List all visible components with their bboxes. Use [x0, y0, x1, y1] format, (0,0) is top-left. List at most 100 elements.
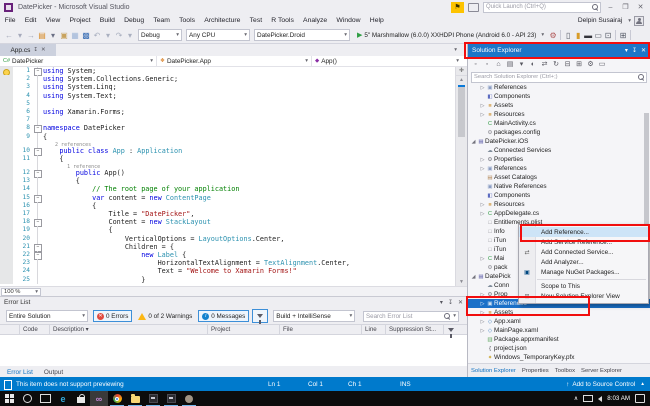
gimp-icon[interactable]: [180, 391, 198, 406]
breakpoint-margin[interactable]: [0, 169, 13, 177]
expander-icon[interactable]: ▷: [479, 166, 486, 172]
breakpoint-margin[interactable]: [0, 83, 13, 91]
tree-item-components[interactable]: ◧Components: [468, 92, 650, 101]
tree-item-appdelegate-cs[interactable]: ▷CAppDelegate.cs: [468, 209, 650, 218]
fold-margin[interactable]: [33, 210, 43, 218]
platform-combo[interactable]: Any CPU▾: [186, 29, 250, 41]
tree-item-app-xaml[interactable]: ▷◇App.xaml: [468, 317, 650, 326]
start-button[interactable]: [0, 391, 18, 406]
breadcrumb-project-dropdown[interactable]: C# DatePicker ▾: [0, 56, 157, 66]
menu-item-add-reference-[interactable]: Add Reference...: [519, 227, 648, 237]
new-file-caret[interactable]: ▾: [48, 30, 58, 41]
messages-filter-button[interactable]: i 0 Messages: [198, 310, 249, 322]
tree-item-references[interactable]: ▷▣References: [468, 83, 650, 92]
tree-item-packages-config[interactable]: ⚙packages.config: [468, 128, 650, 137]
breakpoint-margin[interactable]: [0, 185, 13, 193]
se-refresh-icon[interactable]: ↻: [552, 59, 561, 69]
redo-icon[interactable]: ↷: [114, 30, 124, 41]
tree-item-connected-services[interactable]: ☁Connected Services: [468, 146, 650, 155]
configuration-combo[interactable]: Debug▾: [138, 29, 182, 41]
filter-button[interactable]: [252, 309, 268, 323]
fold-margin[interactable]: [33, 155, 43, 163]
code-line[interactable]: 7: [0, 116, 467, 124]
code-line[interactable]: 21− Children = {: [0, 243, 467, 251]
close-tab-icon[interactable]: ✕: [41, 47, 46, 53]
se-pending-changes-icon[interactable]: ◐: [529, 59, 538, 69]
expander-icon[interactable]: ▷: [479, 85, 486, 91]
code-line[interactable]: 11 {: [0, 155, 467, 163]
editor-vertical-scrollbar[interactable]: ✚ ▲ ▼: [455, 67, 467, 286]
menu-help[interactable]: Help: [365, 17, 388, 24]
menu-view[interactable]: View: [41, 17, 65, 24]
code-line[interactable]: 3using System.Linq;: [0, 83, 467, 91]
editor-zoom-combo[interactable]: 100 % ▾: [1, 288, 41, 296]
se-back-icon[interactable]: ◦: [471, 59, 480, 69]
breakpoint-margin[interactable]: [0, 155, 13, 163]
solution-explorer-search-input[interactable]: Search Solution Explorer (Ctrl+;): [471, 72, 647, 83]
breakpoint-margin[interactable]: [0, 92, 13, 100]
close-button[interactable]: ✕: [635, 3, 646, 11]
code-line[interactable]: 18− Content = new StackLayout: [0, 218, 467, 226]
breakpoint-margin[interactable]: [0, 124, 13, 132]
open-file-icon[interactable]: ▣: [59, 30, 69, 41]
solution-platform-icon[interactable]: ⚙: [548, 30, 558, 41]
tree-item-project-json[interactable]: {project.json: [468, 344, 650, 353]
menu-item-manage-nuget-packages-[interactable]: ▣Manage NuGet Packages...: [519, 267, 648, 277]
menu-item-new-solution-explorer-view[interactable]: ⊞New Solution Explorer View: [519, 291, 648, 301]
errors-filter-button[interactable]: ✕ 0 Errors: [93, 310, 132, 322]
tab-output[interactable]: Output: [39, 369, 68, 376]
code-line[interactable]: 4using System.Text;: [0, 92, 467, 100]
column-header-Code[interactable]: Code: [20, 325, 50, 334]
column-header-Line[interactable]: Line: [362, 325, 386, 334]
notifications-flag-icon[interactable]: ⚑: [451, 2, 464, 13]
adb-console-icon[interactable]: ▬: [583, 30, 593, 41]
column-header-Project[interactable]: Project: [208, 325, 280, 334]
menu-build[interactable]: Build: [95, 17, 119, 24]
breakpoint-margin[interactable]: [0, 218, 13, 226]
tree-vertical-scrollbar[interactable]: [644, 83, 649, 363]
tree-item-package-appxmanifest[interactable]: ▥Package.appxmanifest: [468, 335, 650, 344]
chrome-icon[interactable]: [108, 391, 126, 406]
tree-item-mainactivity-cs[interactable]: CMainActivity.cs: [468, 119, 650, 128]
cortana-button[interactable]: [18, 391, 36, 406]
tray-chevron-icon[interactable]: ∧: [574, 395, 579, 402]
code-editor[interactable]: 1−using System;2using System.Collections…: [0, 67, 467, 286]
error-list-body[interactable]: [0, 335, 467, 366]
fold-margin[interactable]: [33, 133, 43, 141]
code-line[interactable]: 5: [0, 100, 467, 108]
code-line[interactable]: 13 {: [0, 177, 467, 185]
breakpoint-margin[interactable]: [0, 194, 13, 202]
fold-margin[interactable]: [33, 177, 43, 185]
fold-margin[interactable]: [33, 226, 43, 234]
fold-margin[interactable]: −: [33, 251, 43, 259]
scrollbar-thumb[interactable]: [458, 85, 465, 137]
menu-item-scope-to-this[interactable]: Scope to This: [519, 281, 648, 291]
tree-item-references[interactable]: ▷▣References: [468, 164, 650, 173]
warnings-filter-button[interactable]: 0 of 2 Warnings: [135, 310, 195, 322]
close-icon[interactable]: ✕: [641, 47, 646, 54]
store-icon[interactable]: [72, 391, 90, 406]
expander-icon[interactable]: ▷: [479, 256, 486, 262]
breakpoint-margin[interactable]: [0, 177, 13, 185]
task-view-button[interactable]: [36, 391, 54, 406]
code-line[interactable]: 9{: [0, 133, 467, 141]
se-switch-views-icon[interactable]: ▤: [506, 59, 515, 69]
menu-test[interactable]: Test: [245, 17, 267, 24]
code-line[interactable]: 15− var content = new ContentPage: [0, 194, 467, 202]
quick-launch-input[interactable]: Quick Launch (Ctrl+Q): [483, 2, 601, 13]
menu-edit[interactable]: Edit: [20, 17, 41, 24]
se-forward-icon[interactable]: ◦: [483, 59, 492, 69]
tree-item-asset-catalogs[interactable]: ▤Asset Catalogs: [468, 173, 650, 182]
menu-item-add-connected-service-[interactable]: ⇄Add Connected Service...: [519, 247, 648, 257]
device-phone-icon[interactable]: ▯: [563, 30, 573, 41]
tab-toolbox[interactable]: Toolbox: [552, 368, 578, 374]
tab-solution-explorer[interactable]: Solution Explorer: [468, 368, 519, 374]
error-list-search-input[interactable]: Search Error List ▾: [363, 311, 459, 322]
code-line[interactable]: 10− public class App : Application: [0, 147, 467, 155]
new-file-icon[interactable]: ▤: [37, 30, 47, 41]
tree-item-properties[interactable]: ▷⚙Properties: [468, 155, 650, 164]
fold-margin[interactable]: [33, 202, 43, 210]
breakpoint-margin[interactable]: [0, 67, 13, 75]
tree-item-resources[interactable]: ▷■Resources: [468, 110, 650, 119]
visual-studio-icon[interactable]: ∞: [90, 391, 108, 406]
